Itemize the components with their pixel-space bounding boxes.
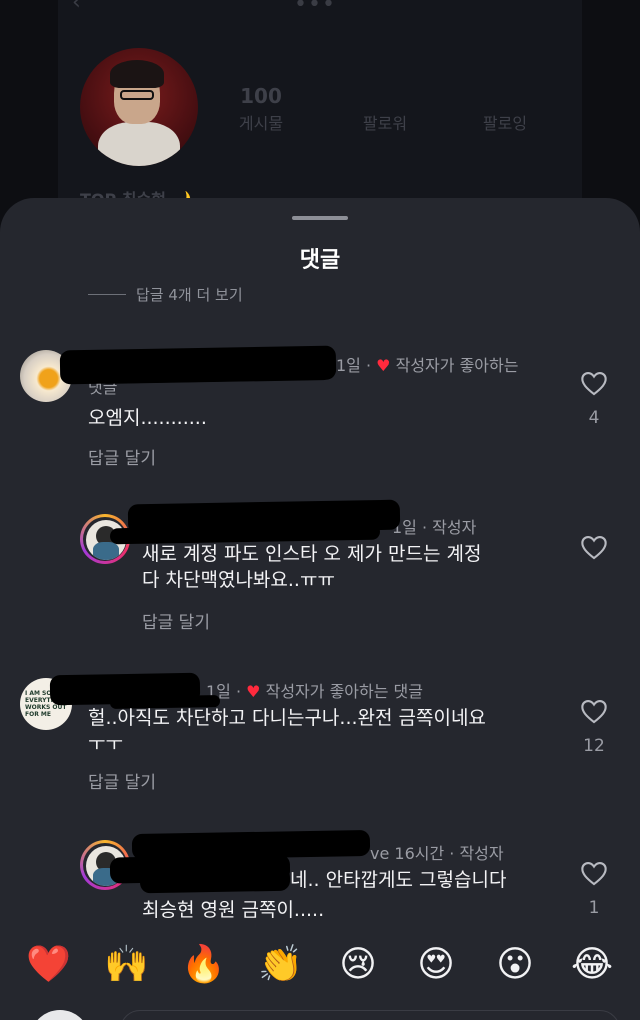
comment-meta: 1일 · ♥ 작성자가 좋아하는 [336, 352, 518, 376]
posts-count: 100 [240, 84, 282, 108]
following-label: 팔로잉 [482, 114, 528, 133]
author-liked-heart-icon: ♥ [376, 356, 391, 375]
comment-text-line-2: ㅜㅜ [88, 733, 123, 755]
username-suffix: ve [370, 844, 390, 863]
profile-avatar[interactable] [80, 48, 198, 166]
comment-time: 16시간 · 작성자 [394, 844, 504, 863]
comment-text-line-1: 헐..아직도 차단하고 다니는구나...완전 금쪽이네요 [88, 707, 486, 729]
redacted-username [99, 365, 331, 385]
comment-like[interactable]: 4 [576, 370, 612, 428]
divider-line [88, 294, 126, 295]
reply-button[interactable]: 답글 달기 [88, 444, 156, 469]
comment-time: 1일 · [336, 356, 377, 375]
redacted-text [139, 866, 291, 894]
heart-outline-icon[interactable] [576, 860, 612, 886]
heart-outline-icon[interactable] [576, 698, 612, 724]
crying-face-emoji-icon[interactable]: 😢 [336, 943, 380, 987]
back-arrow-icon[interactable]: ‹ [72, 0, 81, 15]
raising-hands-emoji-icon[interactable]: 🙌 [104, 943, 149, 987]
stat-posts[interactable]: 100 게시물 [226, 84, 296, 134]
comment-text: 오엠지........... [88, 407, 207, 429]
comment-meta: 1일 · ♥ 작성자가 좋아하는 댓글 [206, 678, 423, 702]
fire-emoji-icon[interactable]: 🔥 [181, 943, 226, 987]
followers-label: 팔로워 [362, 114, 408, 133]
emoji-quick-reactions: ❤️ 🙌 🔥 👏 😢 😍 😮 😂 [0, 943, 640, 991]
red-heart-emoji-icon[interactable]: ❤️ [26, 943, 71, 987]
heart-outline-icon[interactable] [576, 534, 612, 560]
view-more-replies-label: 답글 4개 더 보기 [136, 286, 243, 304]
view-more-replies[interactable]: 답글 4개 더 보기 [88, 284, 243, 305]
like-count: 1 [588, 898, 600, 918]
sheet-drag-handle[interactable] [292, 216, 348, 220]
current-user-avatar [30, 1010, 90, 1020]
comment-like[interactable]: 12 [576, 698, 612, 756]
stat-followers[interactable]: 팔로워 [350, 108, 420, 134]
surprised-face-emoji-icon[interactable]: 😮 [493, 943, 537, 987]
author-liked-label: 작성자가 좋아하는 댓글 [265, 682, 423, 701]
reply-button[interactable]: 답글 달기 [142, 608, 210, 633]
comment-input[interactable] [120, 1010, 620, 1020]
more-options-icon[interactable]: ••• [294, 0, 336, 17]
comment-like[interactable] [576, 534, 612, 560]
author-liked-heart-icon: ♥ [246, 682, 261, 701]
heart-outline-icon[interactable] [576, 370, 612, 396]
tears-of-joy-emoji-icon[interactable]: 😂 [570, 943, 614, 987]
heart-eyes-emoji-icon[interactable]: 😍 [414, 943, 458, 987]
comment-like[interactable]: 1 [576, 860, 612, 918]
author-liked-label: 작성자가 좋아하는 [395, 356, 519, 375]
like-count: 12 [583, 736, 605, 756]
comment-text-line-1: 네.. 안타깝게도 그렇습니다 [290, 869, 507, 891]
comments-sheet: 댓글 답글 4개 더 보기 1일 · ♥ 작성자가 좋아하는 댓글 오엠지...… [0, 198, 640, 1020]
clapping-hands-emoji-icon[interactable]: 👏 [258, 943, 303, 987]
sheet-title: 댓글 [299, 248, 341, 273]
posts-label: 게시물 [238, 114, 284, 133]
reply-button[interactable]: 답글 달기 [88, 768, 156, 793]
comment-meta: 1일 · 작성자 [392, 518, 477, 537]
stat-following[interactable]: 팔로잉 [470, 108, 540, 134]
comment-text-line-2: 최승현 영원 금쪽이..... [142, 899, 325, 921]
like-count: 4 [588, 408, 600, 428]
comment-text-line-1: 새로 계정 파도 인스타 오 제가 만드는 계정 [142, 543, 482, 565]
comment-meta: ve 16시간 · 작성자 [370, 840, 504, 864]
comment-text-line-2: 다 차단맥였나봐요..ㅠㅠ [142, 569, 335, 591]
